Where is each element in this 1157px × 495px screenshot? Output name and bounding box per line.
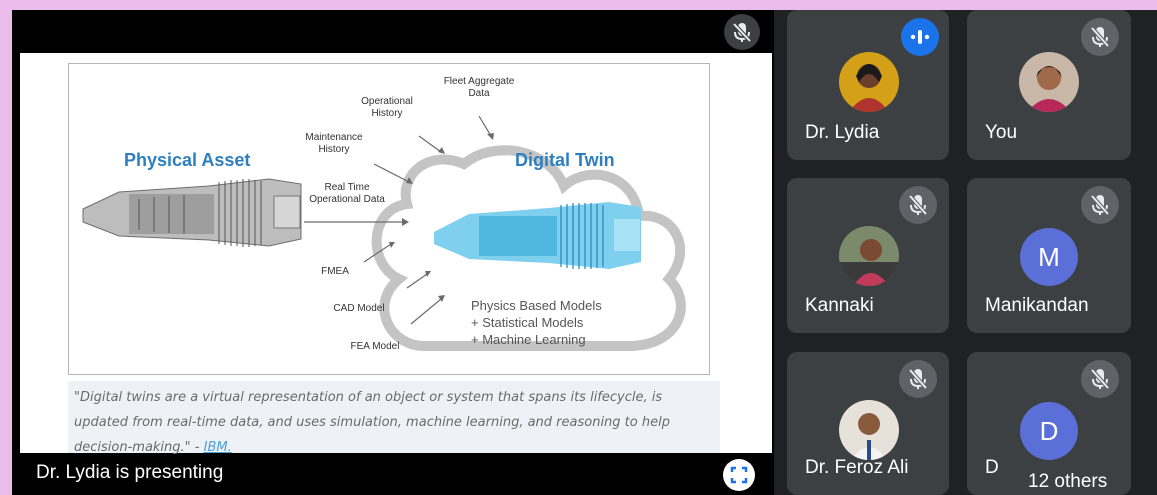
participant-tile-kannaki[interactable]: Kannaki: [787, 178, 949, 333]
physical-engine-image: [82, 178, 302, 247]
label-maintenance: Maintenance: [305, 132, 363, 143]
mic-muted-indicator: [1081, 186, 1119, 224]
participant-name: D: [985, 457, 999, 478]
mic-off-icon: [1090, 194, 1110, 216]
participant-tile-manikandan[interactable]: M Manikandan: [967, 178, 1131, 333]
mic-muted-indicator: [899, 360, 937, 398]
others-count-button[interactable]: 12 others: [1020, 468, 1116, 495]
avatar-d: D: [1020, 402, 1078, 460]
label-realtime: Real Time: [324, 182, 369, 193]
mic-muted-indicator: [1081, 18, 1119, 56]
quote-box: "Digital twins are a virtual representat…: [68, 381, 720, 455]
slide-right-title: Digital Twin: [515, 150, 615, 170]
shared-slide: Physical Asset Digital Twin Fleet Aggreg…: [20, 53, 772, 455]
label-maint-history: History: [318, 144, 349, 155]
label-opdata: Operational Data: [309, 194, 385, 205]
participant-name: Dr. Lydia: [805, 122, 880, 143]
participant-tile-dr-lydia[interactable]: Dr. Lydia: [787, 10, 949, 160]
fullscreen-icon: [730, 466, 748, 484]
presenting-label: Dr. Lydia is presenting: [36, 462, 224, 483]
avatar-manikandan: M: [1020, 228, 1078, 286]
mic-off-icon: [908, 368, 928, 390]
label-fmea: FMEA: [321, 266, 349, 277]
participant-name: You: [985, 122, 1018, 143]
mic-off-icon: [732, 22, 752, 43]
participant-tile-you[interactable]: You: [967, 10, 1131, 160]
label-fleet: Fleet Aggregate: [444, 76, 515, 87]
mic-muted-indicator: [899, 186, 937, 224]
label-fea: FEA Model: [351, 341, 400, 352]
mic-off-icon: [1090, 368, 1110, 390]
label-history: History: [371, 108, 402, 119]
mic-off-icon: [908, 194, 928, 216]
digital-twin-diagram: Physical Asset Digital Twin Fleet Aggreg…: [82, 76, 686, 352]
avatar-dr-lydia: [839, 52, 899, 112]
label-operational: Operational: [361, 96, 413, 107]
quote-text: "Digital twins are a virtual representat…: [74, 390, 670, 455]
participant-tile-dr-feroz-ali[interactable]: Dr. Feroz Ali: [787, 352, 949, 495]
avatar-kannaki: [839, 226, 899, 286]
avatar-dr-feroz-ali: [839, 400, 899, 460]
presentation-area: Physical Asset Digital Twin Fleet Aggreg…: [12, 10, 774, 495]
quote-source-link[interactable]: IBM.: [204, 440, 232, 455]
audio-level-icon: [910, 30, 930, 44]
participant-name: Dr. Feroz Ali: [805, 457, 909, 478]
mic-off-icon: [1090, 26, 1110, 48]
models-line-3: + Machine Learning: [471, 332, 586, 347]
meeting-stage: Physical Asset Digital Twin Fleet Aggreg…: [12, 10, 1157, 495]
presenter-mic-status[interactable]: [724, 14, 760, 50]
avatar-you: [1019, 52, 1079, 112]
participant-name: Manikandan: [985, 295, 1089, 316]
speaking-indicator: [901, 18, 939, 56]
participant-name: Kannaki: [805, 295, 874, 316]
label-fleet-data: Data: [468, 88, 490, 99]
mic-muted-indicator: [1081, 360, 1119, 398]
label-cad: CAD Model: [333, 303, 384, 314]
models-line-1: Physics Based Models: [471, 298, 602, 313]
models-line-2: + Statistical Models: [471, 315, 584, 330]
slide-left-title: Physical Asset: [124, 150, 250, 170]
fullscreen-button[interactable]: [723, 459, 755, 491]
slide-quote: "Digital twins are a virtual representat…: [74, 385, 719, 460]
diagram-frame: Physical Asset Digital Twin Fleet Aggreg…: [68, 63, 710, 375]
